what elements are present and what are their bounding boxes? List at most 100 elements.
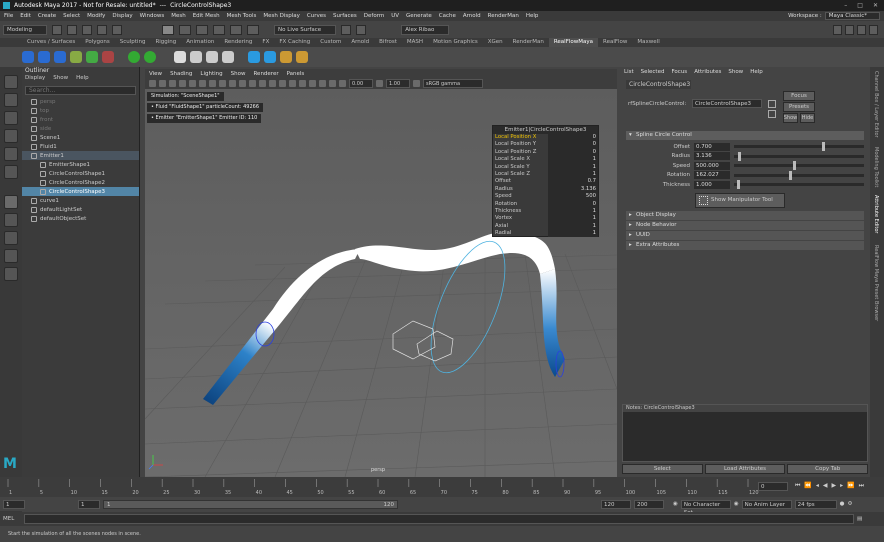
attr-slider-handle[interactable] <box>736 180 740 190</box>
attr-value-field[interactable]: 1.000 <box>694 180 730 189</box>
workspace-dropdown[interactable]: Maya Classic* <box>824 12 880 20</box>
gate-mask-icon[interactable] <box>209 80 216 87</box>
wireframe-icon[interactable] <box>239 80 246 87</box>
grid-toggle-icon[interactable] <box>179 80 186 87</box>
shelf-tab-arnold[interactable]: Arnold <box>346 38 374 47</box>
outliner-item[interactable]: Emitter1 <box>22 151 139 160</box>
channel-box-toggle-icon[interactable] <box>869 24 878 35</box>
channel-value[interactable]: 1 <box>548 156 598 164</box>
menu-mesh[interactable]: Mesh <box>171 13 185 19</box>
start-frame-field[interactable]: 1 <box>3 499 25 509</box>
menu-edit-mesh[interactable]: Edit Mesh <box>193 13 220 19</box>
realflow-domain-icon[interactable] <box>38 51 50 63</box>
dock-tab-preset-browser[interactable]: RealFlow Maya Preset Browser <box>873 245 879 321</box>
menu-deform[interactable]: Deform <box>364 13 384 19</box>
channel-row[interactable]: Radius 3.136 <box>493 185 598 194</box>
shelf-tab-custom[interactable]: Custom <box>315 38 346 47</box>
attr-menu-list[interactable]: List <box>624 69 634 75</box>
ipr-render-icon[interactable] <box>356 24 367 35</box>
attr-slider[interactable] <box>734 161 864 171</box>
render-frame-icon[interactable] <box>341 24 352 35</box>
channel-value[interactable]: 500 <box>548 193 598 201</box>
attr-value-field[interactable]: 162.027 <box>694 171 730 180</box>
graph-editor-layout-icon[interactable] <box>4 267 18 281</box>
viewport-menu-renderer[interactable]: Renderer <box>253 71 278 77</box>
depth-of-field-icon[interactable] <box>329 80 336 87</box>
range-bar[interactable]: 1 120 <box>103 499 398 509</box>
command-language-label[interactable]: MEL <box>3 516 21 522</box>
menu-arnold[interactable]: Arnold <box>463 13 481 19</box>
undo-icon[interactable] <box>97 24 108 35</box>
realflow-particles-icon[interactable] <box>128 51 140 63</box>
scale-tool-icon[interactable] <box>4 165 18 179</box>
attr-slider[interactable] <box>734 180 864 190</box>
outliner-item[interactable]: Fluid1 <box>22 142 139 151</box>
shelf-tab-mash[interactable]: MASH <box>402 38 428 47</box>
channel-value[interactable]: 0 <box>548 141 598 149</box>
channel-value[interactable]: 1 <box>548 170 598 179</box>
menu-edit[interactable]: Edit <box>20 13 31 19</box>
presets-button[interactable]: Presets <box>783 102 815 112</box>
attr-menu-focus[interactable]: Focus <box>671 69 687 75</box>
exposure-field[interactable]: 0.00 <box>349 79 373 88</box>
realflow-collider-icon[interactable] <box>86 51 98 63</box>
channel-row[interactable]: Local Scale Y 1 <box>493 163 598 171</box>
outliner-item[interactable]: front <box>22 115 139 124</box>
character-set-dropdown[interactable]: No Character Set <box>680 499 731 516</box>
notes-box[interactable]: Notes: CircleControlShape3 <box>622 404 868 462</box>
channel-row[interactable]: Radial 1 <box>493 230 598 238</box>
attr-menu-help[interactable]: Help <box>750 69 763 75</box>
shelf-tab-maxwell[interactable]: Maxwell <box>632 38 664 47</box>
four-view-layout-icon[interactable] <box>4 213 18 227</box>
section-uuid[interactable]: UUID <box>626 230 864 240</box>
time-slider[interactable]: 1 5 10 15 20 25 30 35 40 45 50 55 60 65 70 75 80 85 90 95 10… <box>0 477 884 497</box>
rotate-tool-icon[interactable] <box>4 147 18 161</box>
shelf-tab-fx-caching[interactable]: FX Caching <box>274 38 315 47</box>
channel-row[interactable]: Axial 1 <box>493 222 598 231</box>
realflow-reset-icon[interactable] <box>190 51 202 63</box>
two-pane-layout-icon[interactable] <box>4 249 18 263</box>
realflow-scene-icon[interactable] <box>22 51 34 63</box>
copy-tab-button[interactable]: Copy Tab <box>787 464 869 474</box>
channel-value[interactable]: 0 <box>548 200 598 208</box>
smooth-shade-icon[interactable] <box>249 80 256 87</box>
attr-slider-handle[interactable] <box>788 170 792 180</box>
outliner-search-input[interactable]: Search... <box>25 86 136 95</box>
channel-row[interactable]: Vortex 1 <box>493 215 598 223</box>
auto-key-icon[interactable]: ● <box>840 501 845 507</box>
camera-attributes-icon[interactable] <box>149 80 156 87</box>
minimize-icon[interactable]: – <box>844 2 847 9</box>
realflow-simulate-icon[interactable] <box>174 51 186 63</box>
current-frame-field[interactable]: 0 <box>758 482 788 491</box>
section-extra-attributes[interactable]: Extra Attributes <box>626 240 864 250</box>
menu-generate[interactable]: Generate <box>406 13 432 19</box>
outliner-item[interactable]: CircleControlShape1 <box>22 169 139 178</box>
shelf-tab-rigging[interactable]: Rigging <box>150 38 181 47</box>
attr-menu-show[interactable]: Show <box>728 69 743 75</box>
realflow-graph-icon[interactable] <box>280 51 292 63</box>
exposure-icon[interactable] <box>339 80 346 87</box>
gamma-field[interactable]: 1.00 <box>386 79 410 88</box>
select-button[interactable]: Select <box>622 464 703 474</box>
section-object-display[interactable]: Object Display <box>626 210 864 220</box>
channel-value[interactable]: 0 <box>548 148 598 157</box>
focus-button[interactable]: Focus <box>783 91 815 101</box>
outliner-item[interactable]: curve1 <box>22 196 139 205</box>
select-by-component-icon[interactable] <box>196 24 209 35</box>
field-chart-icon[interactable] <box>219 80 226 87</box>
menu-set-dropdown[interactable]: Modeling <box>3 24 48 35</box>
channel-value[interactable]: 3.136 <box>548 185 598 194</box>
safe-action-icon[interactable] <box>229 80 236 87</box>
attribute-editor-toggle-icon[interactable] <box>845 24 854 35</box>
attr-value-field[interactable]: 3.136 <box>694 152 730 161</box>
play-backward-icon[interactable]: ◀ <box>823 482 828 490</box>
xray-icon[interactable] <box>289 80 296 87</box>
image-plane-icon[interactable] <box>159 80 166 87</box>
select-by-hierarchy-icon[interactable] <box>162 24 175 35</box>
outliner-menu-help[interactable]: Help <box>76 75 89 84</box>
realflow-kill-icon[interactable] <box>102 51 114 63</box>
outliner-item[interactable]: CircleControlShape2 <box>22 178 139 187</box>
channel-row[interactable]: Local Scale Z 1 <box>493 170 598 179</box>
channel-value[interactable]: 0 <box>548 134 598 142</box>
shelf-tab-bifrost[interactable]: Bifrost <box>374 38 402 47</box>
